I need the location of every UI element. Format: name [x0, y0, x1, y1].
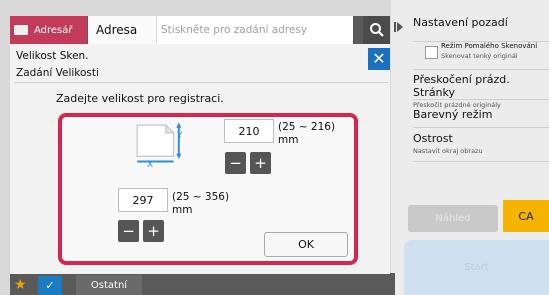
- setting-label: Barevný režim: [413, 108, 493, 121]
- y-range-label: (25 ~ 216): [278, 121, 336, 133]
- preview-button[interactable]: Náhled: [408, 205, 498, 232]
- y-minus-button[interactable]: −: [225, 152, 246, 174]
- checkmark-icon[interactable]: ✓: [38, 276, 62, 295]
- search-icon: [369, 23, 384, 37]
- x-unit-label: mm: [172, 204, 193, 216]
- setting-label: Přeskočení prázd. Stránky: [413, 73, 510, 99]
- setting-label: Ostrost: [413, 132, 453, 145]
- dialog-instruction: Zadejte velikost pro registraci.: [56, 92, 224, 105]
- collapse-arrow-icon[interactable]: [394, 22, 403, 32]
- ca-button[interactable]: CA: [503, 200, 549, 232]
- address-label: Adresa: [88, 16, 156, 44]
- setting-sharpness[interactable]: Ostrost Nastavit okraj obrazu: [413, 128, 549, 162]
- star-icon[interactable]: ★: [14, 277, 27, 293]
- start-label: Start: [464, 262, 489, 273]
- x-range-label: (25 ~ 356): [172, 191, 230, 203]
- start-button[interactable]: Start: [404, 240, 549, 295]
- x-plus-button[interactable]: +: [143, 220, 164, 242]
- setting-label: Nastavení pozadí: [413, 16, 508, 29]
- address-bar: Adresář Adresa Stiskněte pro zadání adre…: [10, 16, 390, 44]
- ok-button[interactable]: OK: [264, 232, 348, 257]
- address-book-icon: [14, 25, 28, 35]
- bottom-bar: [10, 273, 395, 295]
- other-label: Ostatní: [90, 279, 128, 291]
- address-input[interactable]: Stiskněte pro zadání adresy: [156, 16, 353, 44]
- y-plus-button[interactable]: +: [250, 152, 271, 174]
- address-book-label: Adresář: [34, 24, 73, 36]
- setting-sublabel: Skenovat tenký originál: [441, 52, 518, 60]
- close-button[interactable]: ✕: [368, 48, 390, 70]
- axis-y-label: Y: [177, 131, 183, 141]
- address-book-button[interactable]: Adresář: [10, 16, 87, 44]
- setting-skip-blank[interactable]: Přeskočení prázd. Stránky Přeskočit práz…: [413, 70, 549, 109]
- preview-label: Náhled: [435, 213, 471, 224]
- setting-label: Režim Pomalého Skenování: [441, 42, 538, 50]
- dialog-subtitle: Zadání Velikosti: [16, 67, 99, 79]
- close-icon: ✕: [372, 49, 386, 68]
- divider: [14, 82, 388, 83]
- y-size-input[interactable]: 210: [224, 119, 274, 143]
- axis-x-label: X: [147, 160, 154, 170]
- setting-background[interactable]: Nastavení pozadí: [413, 16, 549, 42]
- slow-scan-checkbox[interactable]: [425, 46, 438, 59]
- setting-sublabel: Nastavit okraj obrazu: [413, 147, 483, 155]
- other-button[interactable]: Ostatní: [76, 275, 142, 295]
- ca-label: CA: [518, 209, 534, 223]
- y-unit-label: mm: [278, 134, 299, 146]
- paper-size-icon: [136, 122, 182, 163]
- x-minus-button[interactable]: −: [118, 220, 139, 242]
- setting-color-mode[interactable]: Barevný režim: [413, 100, 549, 128]
- search-button[interactable]: [363, 16, 390, 44]
- dialog-title: Velikost Sken.: [16, 50, 89, 62]
- x-size-input[interactable]: 297: [118, 188, 168, 212]
